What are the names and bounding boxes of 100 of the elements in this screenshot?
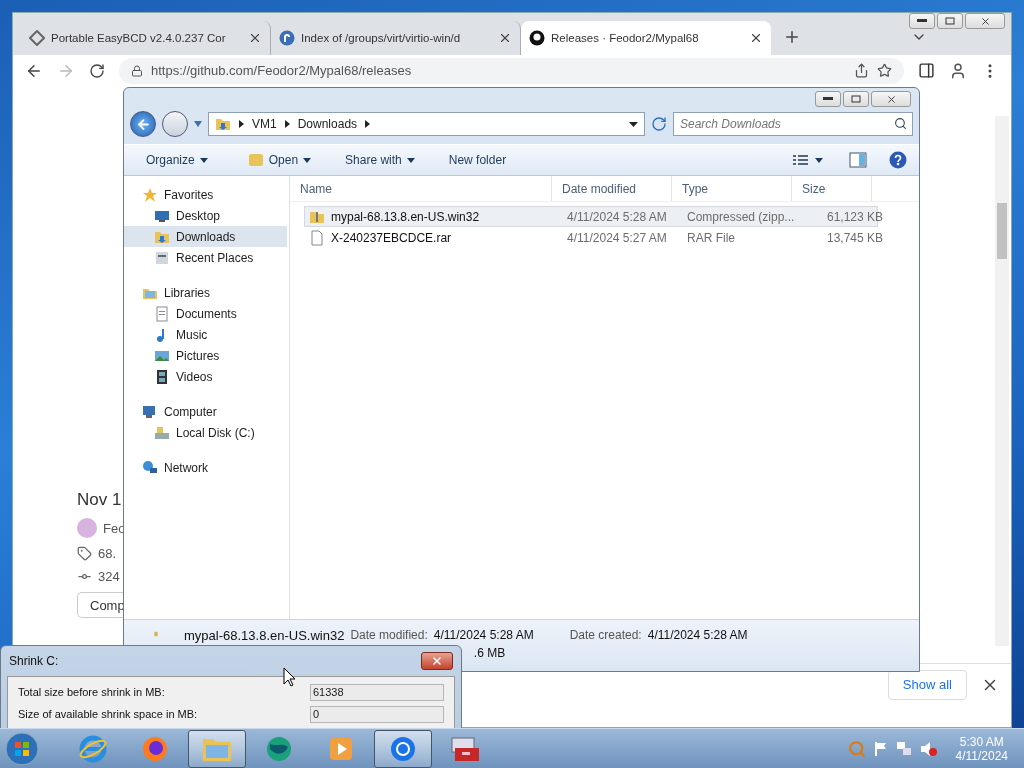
file-type: Compressed (zipp... [687,209,796,224]
close-icon[interactable] [498,31,512,45]
start-button[interactable] [2,729,42,768]
help-icon[interactable] [889,151,907,169]
search-icon[interactable] [894,117,907,130]
file-date: 4/11/2024 5:28 AM [567,209,668,224]
taskbar-button[interactable] [374,729,432,768]
toolbar-button[interactable]: New folder [438,149,517,171]
nav-item[interactable]: Recent Places [124,247,287,268]
minimize-button[interactable] [815,91,841,107]
chevron-icon [365,120,371,128]
file-size: 13,745 KB [825,230,884,245]
chevron-icon [239,120,244,128]
breadcrumb-item[interactable]: Downloads [297,117,358,131]
github-logo-icon [529,30,545,46]
toolbar-button[interactable]: Share with [335,149,425,171]
value-field[interactable]: 0 [310,705,444,723]
share-icon[interactable] [854,63,869,78]
recent-icon [154,249,170,266]
restore-icon [945,17,955,25]
nav-item[interactable]: Favorites [124,184,287,205]
refresh-icon[interactable] [651,116,667,132]
nav-item[interactable]: Music [124,324,287,345]
address-bar[interactable]: https://github.com/Feodor2/Mypal68/releases [119,57,904,84]
chevron-icon [284,120,290,128]
details-size: .6 MB [472,646,507,660]
minimize-icon [917,19,927,23]
new-tab-icon[interactable] [783,28,801,46]
url-text: https://github.com/Feodor2/Mypal68/releases [151,63,413,78]
file-name: X-240237EBCDCE.rar [331,230,452,245]
document-icon [154,305,170,322]
details-label: Date created: [569,628,642,642]
file-type: RAR File [687,230,736,245]
cursor-icon [283,667,296,687]
close-icon [431,655,443,667]
avatar [77,518,97,538]
nav-item[interactable]: Pictures [124,345,287,366]
field-label: Size of available shrink space in MB: [18,708,198,720]
nav-item[interactable]: Videos [124,366,287,387]
flag-icon[interactable] [873,740,888,757]
drive-icon [154,424,170,441]
taskbar-button[interactable] [188,729,246,768]
network-icon[interactable] [895,740,912,757]
show-all-button[interactable]: Show all [887,669,967,700]
minimize-icon [823,97,833,101]
reload-icon[interactable] [89,62,105,79]
toolbar-button[interactable]: Open [237,148,322,172]
details-file-name: mypal-68.13.8.en-US.win32 [184,627,345,643]
folder-icon [215,116,231,132]
value-field[interactable]: 61338 [310,683,444,701]
file-name: mypal-68.13.8.en-US.win32 [331,209,480,224]
commit-hash[interactable]: 324 [98,569,120,584]
file-icon [309,229,325,246]
browser-e-icon [78,733,108,764]
folder-icon [247,152,264,168]
dialog-title: Shrink C: [9,654,59,668]
search-field[interactable]: Search Downloads [673,112,913,136]
close-icon [979,15,991,27]
minimize-button[interactable] [909,13,935,29]
forward-button[interactable] [162,111,188,137]
preview-pane-icon[interactable] [849,152,867,168]
address-bar[interactable]: VM1 Downloads [208,112,645,136]
restore-icon [851,95,861,103]
view-list-icon[interactable] [793,154,809,166]
nav-item[interactable]: Downloads [124,226,287,247]
close-icon[interactable] [248,31,262,45]
breadcrumb-item[interactable]: VM1 [252,117,277,131]
computer-icon [142,403,158,420]
release-date: Nov 1 [77,490,123,510]
caret-icon[interactable] [815,157,823,163]
column-header[interactable]: Type [672,176,792,201]
profile-icon[interactable] [949,61,967,80]
nav-item[interactable]: Local Disk (C:) [124,422,287,443]
browser-tab[interactable]: Releases · Feodor2/Mypal68 [521,21,771,55]
column-header[interactable]: Date modified [552,176,672,201]
back-button[interactable] [130,111,156,137]
file-size: 61,123 KB [825,209,884,224]
close-icon[interactable] [749,31,763,45]
film-icon [154,368,170,385]
field-label: Total size before shrink in MB: [18,686,165,698]
nav-item[interactable]: Libraries [124,282,287,303]
nav-item[interactable]: Documents [124,303,287,324]
star-icon [142,186,158,203]
close-icon [885,93,897,105]
column-header[interactable]: Size [792,176,872,201]
details-value: 4/11/2024 5:28 AM [647,628,748,642]
nav-item[interactable]: Desktop [124,205,287,226]
tag-name[interactable]: 68. [98,546,117,561]
nav-item[interactable]: Computer [124,401,287,422]
scrollbar[interactable] [995,116,1009,646]
bookmark-star-icon[interactable] [877,63,892,78]
column-header[interactable]: Name [290,176,552,201]
details-label: Date modified: [350,628,428,642]
toolbar-button[interactable]: Organize [136,149,218,171]
side-panel-icon[interactable] [918,62,935,79]
dropdown-arrow-icon[interactable] [629,121,638,127]
muted-speaker-icon[interactable] [919,740,938,757]
nav-item[interactable]: Network [124,457,287,478]
fedora-logo-icon [279,30,295,46]
close-button[interactable] [421,652,453,670]
